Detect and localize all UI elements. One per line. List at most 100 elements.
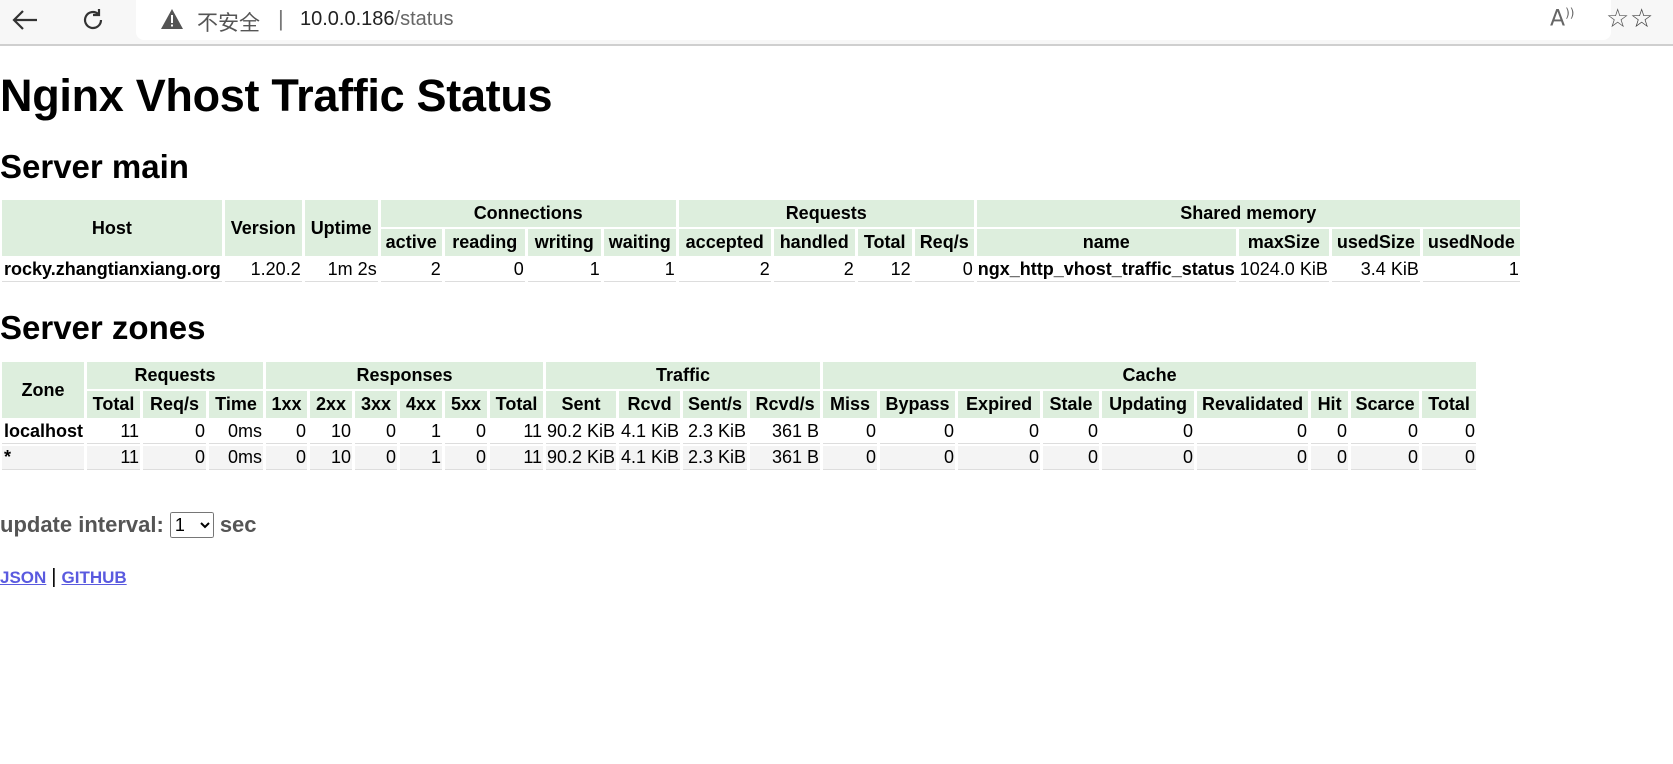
col-shared-memory: Shared memory (976, 200, 1520, 227)
cell-handled: 2 (773, 258, 855, 282)
cell-5xx: 0 (445, 420, 488, 444)
favorites-icon[interactable]: ☆ (1630, 4, 1653, 34)
col-handled: handled (773, 229, 855, 256)
col-req-s: Req/s (914, 229, 974, 256)
cell-sent: 90.2 KiB (546, 420, 617, 444)
col-updating: Updating (1102, 391, 1195, 418)
col-rcvd: Rcvd (619, 391, 681, 418)
cell-2xx: 10 (310, 446, 353, 470)
col-host: Host (2, 200, 222, 256)
cell-updating: 0 (1102, 420, 1195, 444)
cell-total: 12 (857, 258, 912, 282)
table-row: localhost 11 0 0ms 0 10 0 1 0 11 90.2 Ki… (2, 420, 1477, 444)
col-expired: Expired (958, 391, 1041, 418)
col-time: Time (209, 391, 264, 418)
cell-writing: 1 (527, 258, 601, 282)
col-max-size: maxSize (1238, 229, 1329, 256)
security-label[interactable]: 不安全 (197, 7, 260, 37)
cell-version: 1.20.2 (224, 258, 302, 282)
col-4xx: 4xx (400, 391, 443, 418)
cell-used-size: 3.4 KiB (1331, 258, 1420, 282)
cell-resp-total: 11 (490, 420, 544, 444)
address-bar[interactable]: 不安全 | 10.0.0.186/status A)) ☆ (136, 0, 1629, 40)
cell-total: 11 (87, 420, 141, 444)
col-used-node: usedNode (1422, 229, 1520, 256)
cell-sent-s: 2.3 KiB (683, 446, 748, 470)
col-total: Total (857, 229, 912, 256)
cell-active: 2 (380, 258, 442, 282)
cell-miss: 0 (823, 420, 878, 444)
cell-reading: 0 (444, 258, 525, 282)
cell-waiting: 1 (603, 258, 676, 282)
url-host: 10.0.0.186 (300, 8, 395, 30)
cell-req-s: 0 (143, 420, 207, 444)
col-connections: Connections (380, 200, 676, 227)
col-used-size: usedSize (1331, 229, 1420, 256)
cell-updating: 0 (1102, 446, 1195, 470)
read-aloud-icon[interactable]: A)) (1550, 6, 1574, 31)
cell-4xx: 1 (400, 420, 443, 444)
json-link[interactable]: JSON (0, 568, 46, 587)
col-sent: Sent (546, 391, 617, 418)
github-link[interactable]: GITHUB (62, 568, 127, 587)
table-row: * 11 0 0ms 0 10 0 1 0 11 90.2 KiB 4.1 Ki… (2, 446, 1477, 470)
cell-expired: 0 (958, 446, 1041, 470)
cell-req-s: 0 (914, 258, 974, 282)
col-sent-s: Sent/s (683, 391, 748, 418)
col-responses: Responses (266, 362, 544, 389)
col-requests: Requests (87, 362, 264, 389)
cell-rcvd-s: 361 B (750, 446, 821, 470)
col-stale: Stale (1043, 391, 1100, 418)
col-waiting: waiting (603, 229, 676, 256)
cell-host: rocky.zhangtianxiang.org (2, 258, 222, 282)
footer-links: JSON | GITHUB (0, 566, 127, 589)
col-active: active (380, 229, 442, 256)
add-favorite-icon[interactable]: ☆ (1606, 4, 1629, 34)
col-zone: Zone (2, 362, 85, 418)
cell-scarce: 0 (1351, 420, 1420, 444)
url-text[interactable]: 10.0.0.186/status (300, 8, 453, 31)
col-miss: Miss (823, 391, 878, 418)
back-arrow-icon[interactable] (2, 0, 48, 40)
cell-used-node: 1 (1422, 258, 1520, 282)
col-cache: Cache (823, 362, 1477, 389)
cell-rcvd: 4.1 KiB (619, 446, 681, 470)
col-reading: reading (444, 229, 525, 256)
cell-3xx: 0 (355, 446, 398, 470)
update-interval: update interval: 1 sec (0, 512, 257, 538)
col-name: name (976, 229, 1236, 256)
cell-hit: 0 (1311, 446, 1349, 470)
col-resp-total: Total (490, 391, 544, 418)
server-zones-table: Zone Requests Responses Traffic Cache To… (0, 360, 1479, 472)
cell-2xx: 10 (310, 420, 353, 444)
col-1xx: 1xx (266, 391, 308, 418)
col-5xx: 5xx (445, 391, 488, 418)
col-hit: Hit (1311, 391, 1349, 418)
cell-miss: 0 (823, 446, 878, 470)
col-traffic: Traffic (546, 362, 821, 389)
cell-zone: localhost (2, 420, 85, 444)
cell-scarce: 0 (1351, 446, 1420, 470)
cell-uptime: 1m 2s (304, 258, 378, 282)
col-rcvd-s: Rcvd/s (750, 391, 821, 418)
cell-rcvd: 4.1 KiB (619, 420, 681, 444)
col-requests: Requests (678, 200, 974, 227)
cell-time: 0ms (209, 420, 264, 444)
browser-toolbar: 不安全 | 10.0.0.186/status A)) ☆ ☆ (0, 0, 1673, 46)
cell-sent: 90.2 KiB (546, 446, 617, 470)
cell-4xx: 1 (400, 446, 443, 470)
server-main-table: Host Version Uptime Connections Requests… (0, 198, 1523, 284)
col-total: Total (87, 391, 141, 418)
reload-icon[interactable] (70, 0, 116, 40)
interval-select[interactable]: 1 (169, 512, 214, 538)
cell-expired: 0 (958, 420, 1041, 444)
cell-stale: 0 (1043, 420, 1100, 444)
cell-resp-total: 11 (490, 446, 544, 470)
cell-rcvd-s: 361 B (750, 420, 821, 444)
cell-zone: * (2, 446, 85, 470)
col-version: Version (224, 200, 302, 256)
cell-sent-s: 2.3 KiB (683, 420, 748, 444)
cell-hit: 0 (1311, 420, 1349, 444)
cell-revalidated: 0 (1197, 446, 1309, 470)
warning-triangle-icon[interactable] (160, 8, 184, 30)
